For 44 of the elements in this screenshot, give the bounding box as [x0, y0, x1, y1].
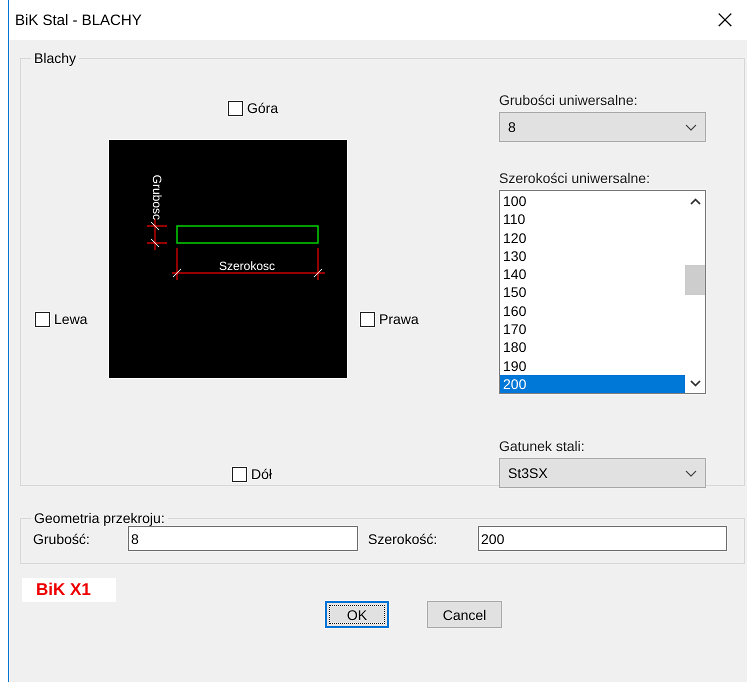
field-label: Grubości uniwersalne:	[499, 92, 639, 108]
side-checkbox[interactable]: Góra	[228, 100, 278, 116]
list-item[interactable]: 180	[500, 338, 685, 357]
close-button[interactable]: ×	[703, 0, 747, 40]
list-item[interactable]: 130	[500, 246, 685, 266]
list-item[interactable]: 120	[500, 228, 685, 247]
window-title: BiK Stal - BLACHY	[15, 12, 142, 28]
side-checkbox[interactable]: Dół	[232, 466, 272, 482]
list-item[interactable]: 170	[500, 320, 685, 338]
list-item[interactable]: 190	[500, 356, 685, 375]
chevron-down-icon	[685, 124, 697, 130]
checkbox[interactable]	[232, 466, 247, 482]
field-label: Szerokości uniwersalne:	[499, 170, 651, 186]
thickness-dimension	[147, 219, 167, 250]
side-checkbox[interactable]: Prawa	[360, 311, 419, 327]
checkbox[interactable]	[228, 100, 243, 116]
group-title: Blachy	[33, 50, 78, 66]
field-label: Grubość:	[33, 530, 91, 546]
list-item[interactable]: 150	[500, 283, 685, 302]
list-item[interactable]: 140	[500, 265, 685, 284]
group-title: Geometria przekroju:	[33, 510, 166, 526]
field-label: Gatunek stali:	[499, 438, 586, 454]
checkbox[interactable]	[360, 312, 375, 326]
input-field[interactable]: 200	[478, 526, 727, 551]
cancel-button[interactable]: Cancel	[427, 601, 502, 628]
thickness-dropdown[interactable]: 8	[499, 112, 706, 142]
list-item[interactable]: 200	[500, 374, 685, 394]
ok-button[interactable]: OK	[325, 601, 389, 628]
logo: BiK X1	[22, 578, 116, 602]
field-label: Szerokość:	[368, 530, 438, 546]
list-item[interactable]: 160	[500, 302, 685, 320]
thickness-label: Grubosc	[150, 174, 164, 220]
list-item[interactable]: 110	[500, 210, 685, 229]
side-checkbox[interactable]: Lewa	[35, 311, 88, 327]
chevron-up-icon[interactable]	[690, 198, 700, 205]
scrollbar-thumb[interactable]	[685, 265, 705, 295]
width-label: Szerokosc	[218, 259, 276, 273]
input-field[interactable]: 8	[128, 526, 358, 551]
checkbox[interactable]	[35, 312, 50, 326]
list-item[interactable]: 100	[500, 192, 685, 210]
widths-listbox[interactable]: 100 110 120 130 140 150 160 170 180 190 200	[499, 190, 706, 394]
chevron-down-icon[interactable]	[690, 380, 700, 387]
steel-grade-dropdown[interactable]: St3SX	[499, 458, 706, 488]
chevron-down-icon	[685, 470, 697, 476]
